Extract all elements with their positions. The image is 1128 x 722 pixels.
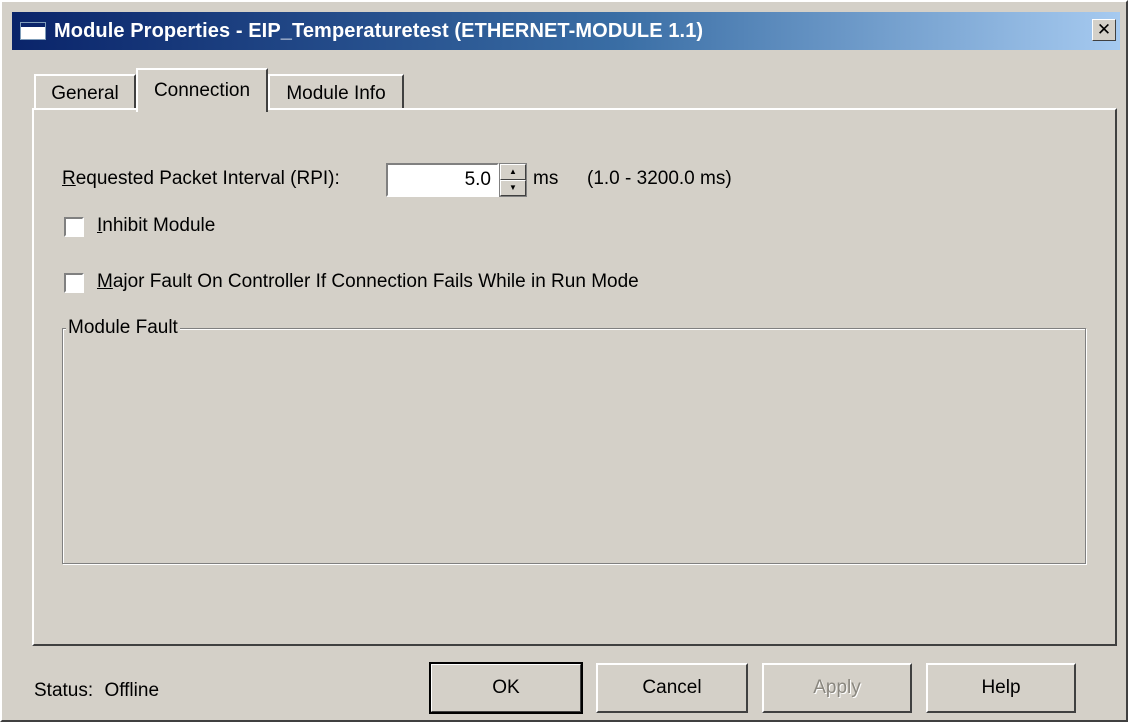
module-fault-groupbox: Module Fault (62, 317, 1086, 564)
ok-button[interactable]: OK (429, 662, 583, 714)
tab-connection[interactable]: Connection (136, 68, 268, 112)
tab-module-info-label: Module Info (286, 83, 386, 104)
status-value: Offline (104, 680, 160, 701)
close-icon: ✕ (1096, 20, 1112, 40)
module-properties-dialog: Module Properties - EIP_Temperaturetest … (0, 0, 1128, 722)
tab-connection-label: Connection (153, 80, 251, 101)
window-title: Module Properties - EIP_Temperaturetest … (54, 19, 704, 42)
tab-general-label: General (51, 83, 119, 104)
arrow-down-icon: ▼ (509, 183, 517, 192)
inhibit-module-checkbox[interactable] (64, 217, 84, 237)
inhibit-label-text: nhibit Module (102, 215, 216, 236)
cancel-button[interactable]: Cancel (596, 663, 748, 713)
major-fault-checkbox[interactable] (64, 273, 84, 293)
rpi-label-accelerator: R (62, 168, 76, 189)
major-fault-label[interactable]: Major Fault On Controller If Connection … (97, 271, 639, 293)
tab-module-info[interactable]: Module Info (268, 74, 404, 112)
help-button[interactable]: Help (926, 663, 1076, 713)
spin-down-button[interactable]: ▼ (500, 180, 526, 196)
rpi-label-text: equested Packet Interval (RPI): (75, 168, 340, 189)
title-bar[interactable]: Module Properties - EIP_Temperaturetest … (12, 12, 1120, 50)
rpi-unit: ms (533, 168, 559, 189)
rpi-label: Requested Packet Interval (RPI): (62, 168, 340, 190)
module-fault-title: Module Fault (66, 317, 180, 339)
status-bar: Status: Offline (34, 680, 159, 702)
major-fault-label-text: ajor Fault On Controller If Connection F… (112, 271, 639, 292)
apply-button[interactable]: Apply (762, 663, 912, 713)
close-button[interactable]: ✕ (1092, 19, 1116, 41)
status-label: Status: (34, 680, 94, 701)
spin-up-button[interactable]: ▲ (500, 164, 526, 180)
tab-general[interactable]: General (34, 74, 136, 112)
rpi-range: (1.0 - 3200.0 ms) (587, 168, 732, 189)
inhibit-module-label[interactable]: Inhibit Module (97, 215, 215, 237)
arrow-up-icon: ▲ (509, 167, 517, 176)
rpi-spinner[interactable]: ▲ ▼ (499, 163, 527, 197)
window-icon (20, 22, 46, 40)
major-fault-accelerator: M (97, 271, 113, 292)
rpi-input[interactable] (386, 163, 499, 197)
